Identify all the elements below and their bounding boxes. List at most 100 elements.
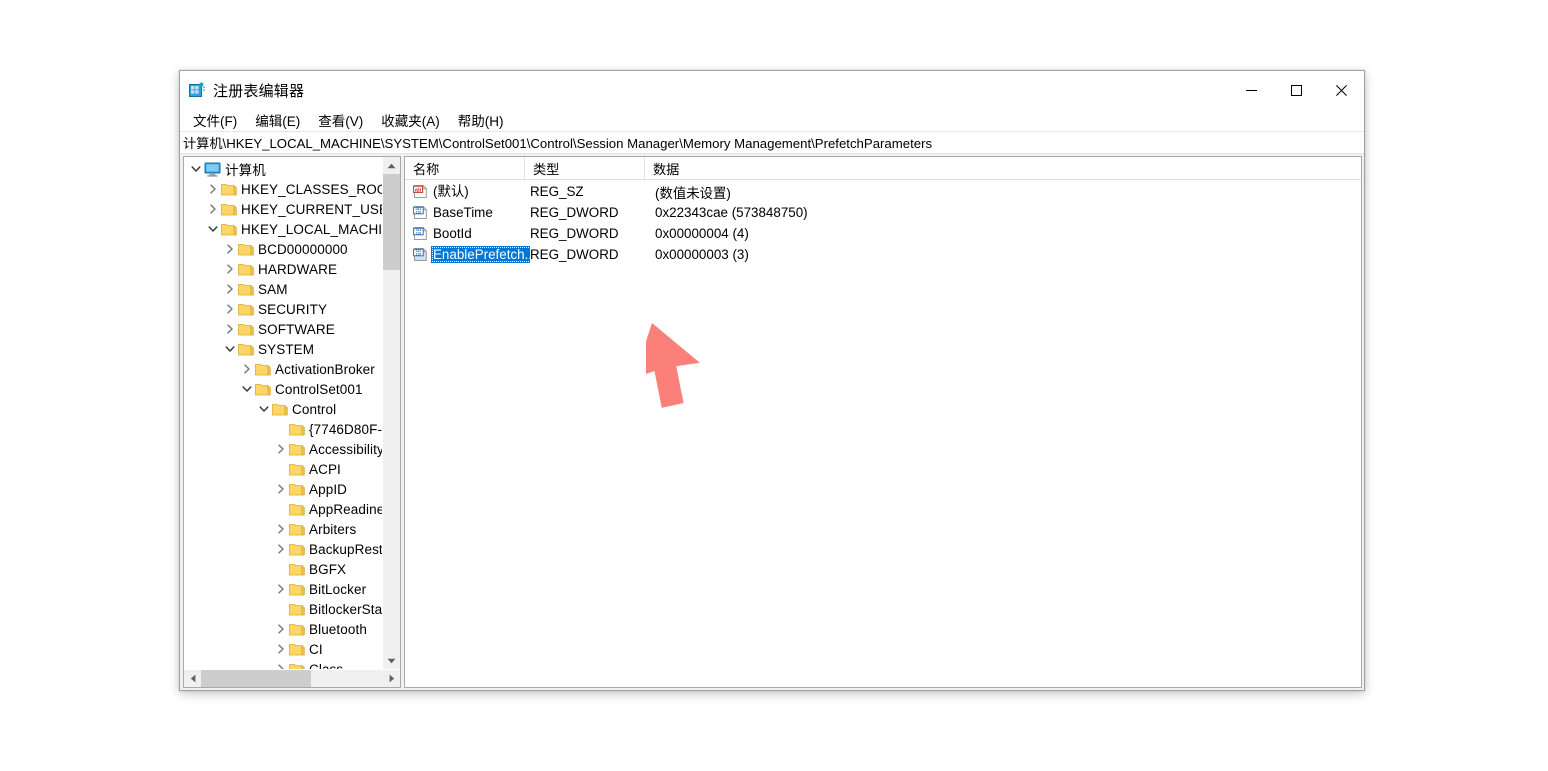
tree-item-accessibilitys[interactable]: AccessibilityS [184,439,382,459]
folder-icon [289,602,305,616]
registry-values-list[interactable]: ab (默认) REG_SZ (数值未设置) 011 110 BaseTime REG_DWO… [405,180,1361,687]
tree-item-bluetooth[interactable]: Bluetooth [184,619,382,639]
chevron-right-icon[interactable] [273,479,289,499]
chevron-right-icon[interactable] [273,639,289,659]
chevron-right-icon[interactable] [222,279,238,299]
tree-item-label: Bluetooth [309,621,367,637]
scroll-right-button[interactable] [383,670,400,687]
chevron-right-icon[interactable] [239,359,255,379]
tree-item-7746d80f97[interactable]: {7746D80F-97 [184,419,382,439]
tree-item-[interactable]: 计算机 [184,159,382,179]
chevron-right-icon[interactable] [205,199,221,219]
tree-item-control[interactable]: Control [184,399,382,419]
chevron-right-icon[interactable] [273,439,289,459]
tree-horizontal-scrollbar[interactable] [184,669,400,687]
scroll-up-button[interactable] [383,157,400,174]
tree-item-software[interactable]: SOFTWARE [184,319,382,339]
folder-icon [238,262,254,276]
table-row[interactable]: 011 110 BootId REG_DWORD 0x00000004 (4) [405,223,1361,244]
close-button[interactable] [1319,71,1364,109]
tree-scroll-thumb[interactable] [383,174,400,270]
value-name-cell: BaseTime [431,204,530,221]
folder-icon [289,582,305,596]
chevron-right-icon[interactable] [222,259,238,279]
table-row[interactable]: 011 110 EnablePrefetch... REG_DWORD 0x000000… [405,244,1361,265]
tree-item-label: SAM [258,281,288,297]
tree-item-security[interactable]: SECURITY [184,299,382,319]
menu-favorites[interactable]: 收藏夹(A) [372,108,449,132]
tree-item-system[interactable]: SYSTEM [184,339,382,359]
value-type: REG_DWORD [530,226,619,241]
chevron-down-icon[interactable] [239,379,255,399]
chevron-down-icon[interactable] [188,159,204,179]
scroll-down-button[interactable] [383,652,400,669]
column-header-type[interactable]: 类型 [525,157,645,179]
address-bar[interactable]: 计算机\HKEY_LOCAL_MACHINE\SYSTEM\ControlSet… [180,131,1364,154]
svg-text:ab: ab [414,187,421,193]
menu-help[interactable]: 帮助(H) [449,108,513,132]
chevron-down-icon[interactable] [222,339,238,359]
tree-item-sam[interactable]: SAM [184,279,382,299]
chevron-down-icon[interactable] [256,399,272,419]
tree-item-arbiters[interactable]: Arbiters [184,519,382,539]
value-name: BootId [433,226,472,241]
tree-item-bitlocker[interactable]: BitLocker [184,579,382,599]
tree-item-acpi[interactable]: ACPI [184,459,382,479]
folder-icon [289,562,305,576]
registry-tree[interactable]: 计算机 HKEY_CLASSES_ROOT HKEY_CURRENT_USER HKE… [184,157,382,669]
tree-item-activationbroker[interactable]: ActivationBroker [184,359,382,379]
tree-item-bcd00000000[interactable]: BCD00000000 [184,239,382,259]
tree-item-backupresto[interactable]: BackupResto [184,539,382,559]
folder-icon [289,622,305,636]
table-row[interactable]: 011 110 BaseTime REG_DWORD 0x22343cae (57384… [405,202,1361,223]
chevron-right-icon[interactable] [273,519,289,539]
tree-item-label: {7746D80F-97 [309,421,382,437]
folder-icon [289,502,305,516]
table-row[interactable]: ab (默认) REG_SZ (数值未设置) [405,181,1361,202]
chevron-right-icon[interactable] [205,179,221,199]
tree-item-bgfx[interactable]: BGFX [184,559,382,579]
chevron-right-icon[interactable] [222,239,238,259]
tree-item-hkeycurrentuser[interactable]: HKEY_CURRENT_USER [184,199,382,219]
chevron-right-icon[interactable] [273,659,289,669]
folder-icon [238,342,254,356]
window-title: 注册表编辑器 [213,82,305,100]
tree-item-controlset001[interactable]: ControlSet001 [184,379,382,399]
list-header-row: 名称 类型 数据 [405,157,1361,180]
tree-item-label: BGFX [309,561,347,577]
chevron-right-icon[interactable] [222,319,238,339]
chevron-right-icon[interactable] [273,619,289,639]
chevron-down-icon[interactable] [205,219,221,239]
tree-item-hardware[interactable]: HARDWARE [184,259,382,279]
folder-icon [289,442,305,456]
scroll-left-button[interactable] [184,670,201,687]
column-header-name[interactable]: 名称 [405,157,525,179]
minimize-button[interactable] [1229,71,1274,109]
chevron-right-icon[interactable] [222,299,238,319]
column-header-data[interactable]: 数据 [645,157,1361,179]
menu-edit[interactable]: 编辑(E) [246,108,309,132]
tree-item-hkeyclassesroot[interactable]: HKEY_CLASSES_ROOT [184,179,382,199]
value-data: 0x00000004 (4) [655,226,749,241]
tree-item-appreadines[interactable]: AppReadines [184,499,382,519]
menu-file[interactable]: 文件(F) [184,108,246,132]
dword-value-icon: 011 110 [405,205,431,220]
menu-view[interactable]: 查看(V) [309,108,372,132]
tree-item-class[interactable]: Class [184,659,382,669]
value-data: 0x00000003 (3) [655,247,749,262]
value-name-cell: BootId [431,225,530,242]
value-name-cell: (默认) [431,183,530,200]
chevron-right-icon[interactable] [273,539,289,559]
maximize-button[interactable] [1274,71,1319,109]
tree-item-appid[interactable]: AppID [184,479,382,499]
tree-vertical-scrollbar[interactable] [382,157,400,669]
tree-item-bitlockerstat[interactable]: BitlockerStat [184,599,382,619]
folder-icon [255,382,271,396]
tree-item-label: Arbiters [309,521,357,537]
chevron-right-icon[interactable] [273,579,289,599]
folder-icon [289,482,305,496]
folder-icon [289,642,305,656]
tree-item-hkeylocalmachine[interactable]: HKEY_LOCAL_MACHINE [184,219,382,239]
tree-item-ci[interactable]: CI [184,639,382,659]
tree-hscroll-thumb[interactable] [201,670,311,687]
